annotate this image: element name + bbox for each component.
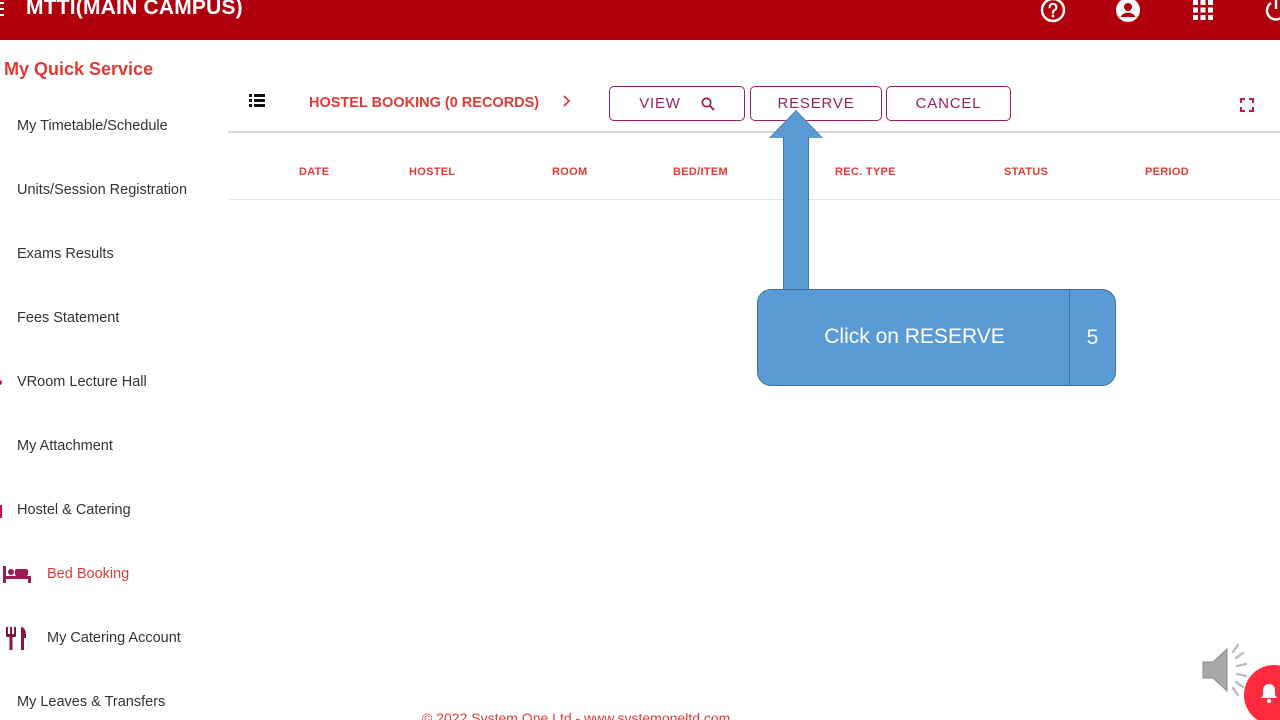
footer-copyright: © 2022 System One Ltd - www.systemoneltd… (422, 710, 731, 720)
help-icon[interactable] (1039, 0, 1067, 24)
sidebar-item-label: Exams Results (17, 246, 114, 262)
sidebar-item-fees-statement[interactable]: Fees Statement (0, 299, 228, 339)
search-icon (701, 96, 715, 111)
cutlery-icon (3, 627, 31, 650)
breadcrumb[interactable]: HOSTEL BOOKING (0 RECORDS) (309, 95, 539, 111)
column-header-bed-item[interactable]: BED/ITEM (673, 166, 728, 178)
column-header-period[interactable]: PERIOD (1145, 166, 1189, 178)
fullscreen-icon[interactable] (1240, 98, 1254, 112)
sidebar-item-bed-booking[interactable]: Bed Booking (0, 555, 228, 595)
callout-text: Click on RESERVE (824, 325, 1005, 348)
column-header-status[interactable]: STATUS (1004, 166, 1048, 178)
sidebar-item-timetable[interactable]: My Timetable/Schedule (0, 107, 228, 147)
sidebar-item-label: Fees Statement (17, 310, 120, 326)
toolbar-divider (228, 131, 1280, 133)
sidebar-item-my-attachment[interactable]: My Attachment (0, 427, 228, 467)
sidebar-item-label: My Timetable/Schedule (17, 118, 168, 134)
tutorial-callout: Click on RESERVE 5 (757, 289, 1116, 386)
cancel-button[interactable]: CANCEL (886, 86, 1011, 121)
app-title: MTTI(MAIN CAMPUS) (26, 0, 243, 19)
menu-icon[interactable] (0, 0, 8, 20)
power-icon[interactable] (1262, 0, 1280, 24)
sidebar-item-catering-account[interactable]: My Catering Account (0, 619, 228, 659)
sidebar-item-label: VRoom Lecture Hall (17, 374, 147, 390)
column-header-rec-type[interactable]: REC. TYPE (835, 166, 896, 178)
sidebar-item-vroom-lecture-hall[interactable]: VRoom Lecture Hall (0, 363, 228, 403)
app-window: MTTI(MAIN CAMPUS) My Quick Service My Ti… (0, 0, 1280, 720)
quick-service-sidebar: My Quick Service My Timetable/Schedule U… (0, 40, 228, 720)
callout-arrow-shaft (783, 137, 809, 292)
sidebar-item-label: My Leaves & Transfers (17, 694, 166, 710)
sidebar-item-leaves-transfers[interactable]: My Leaves & Transfers (0, 683, 228, 720)
sidebar-item-label: Units/Session Registration (17, 182, 188, 198)
bed-icon (3, 563, 31, 585)
sidebar-item-label: My Catering Account (47, 630, 181, 646)
sidebar-item-label: Hostel & Catering (17, 502, 131, 518)
view-button-label: VIEW (639, 95, 681, 112)
callout-step-number: 5 (1069, 290, 1115, 385)
expanded-indicator (0, 505, 2, 518)
sidebar-item-label: Bed Booking (47, 566, 130, 582)
sidebar-item-units-registration[interactable]: Units/Session Registration (0, 171, 228, 211)
sidebar-item-hostel-catering[interactable]: Hostel & Catering (0, 491, 228, 531)
bell-icon (1259, 682, 1279, 709)
list-view-icon[interactable] (249, 94, 265, 108)
table-header-divider (228, 199, 1280, 200)
sidebar-title: My Quick Service (4, 59, 154, 79)
sidebar-item-exams-results[interactable]: Exams Results (0, 235, 228, 275)
account-icon[interactable] (1114, 0, 1142, 24)
column-header-room[interactable]: ROOM (552, 166, 587, 178)
view-button[interactable]: VIEW (609, 86, 745, 121)
column-header-hostel[interactable]: HOSTEL (409, 166, 455, 178)
apps-grid-icon[interactable] (1189, 0, 1217, 24)
top-app-bar: MTTI(MAIN CAMPUS) (0, 0, 1280, 40)
expand-indicator (0, 380, 2, 385)
cancel-button-label: CANCEL (915, 95, 982, 112)
sidebar-item-label: My Attachment (17, 438, 113, 454)
column-header-date[interactable]: DATE (299, 166, 329, 178)
callout-arrow-head (770, 111, 822, 138)
chevron-right-icon (561, 94, 573, 112)
